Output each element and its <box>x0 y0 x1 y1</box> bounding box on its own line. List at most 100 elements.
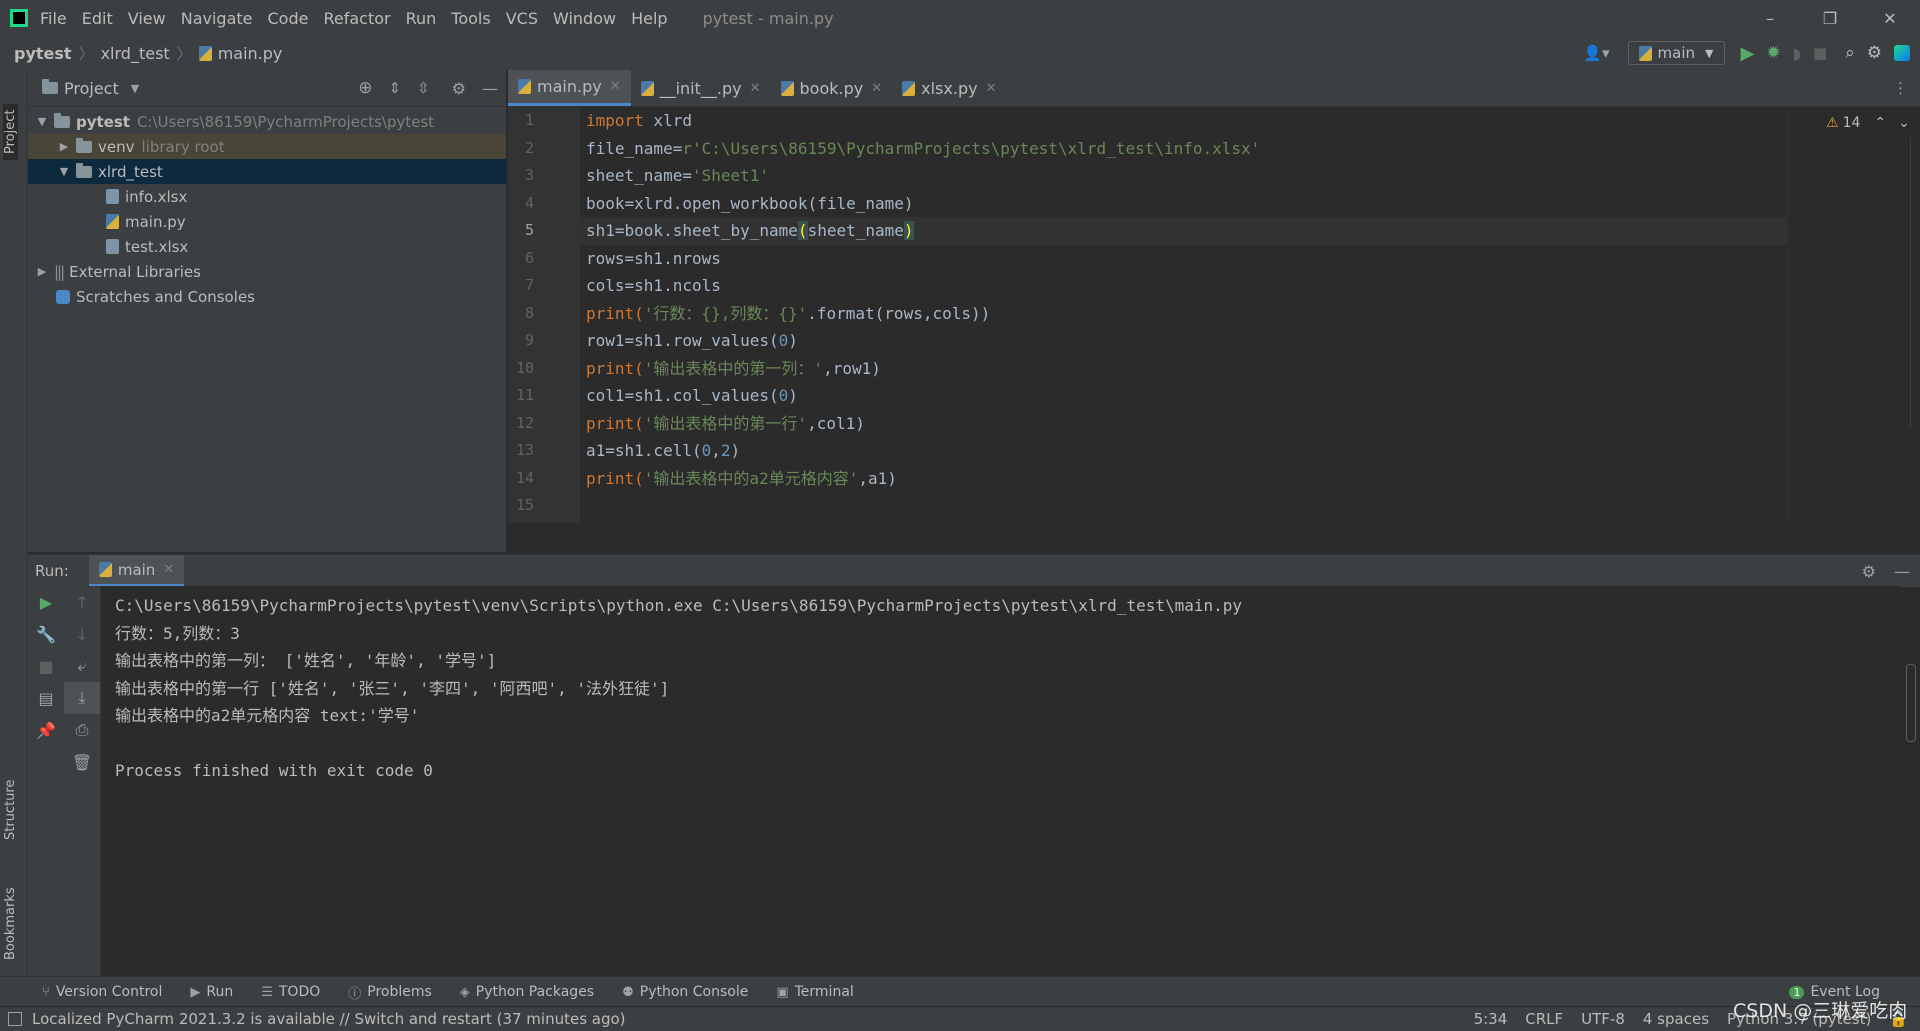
tree-item-external-libraries[interactable]: ▶ ||| External Libraries <box>28 259 506 284</box>
tool-tab-todo[interactable]: ☰ TODO <box>261 984 320 1000</box>
settings-icon[interactable]: ⚙ <box>1867 43 1882 63</box>
up-arrow-icon[interactable]: ↑ <box>64 586 100 618</box>
tool-tab-terminal[interactable]: ▣ Terminal <box>776 984 853 1000</box>
bookmarks-tool-tab[interactable]: Bookmarks <box>3 887 18 960</box>
code-editor[interactable]: import xlrd file_name=r'C:\Users\86159\P… <box>580 107 1787 523</box>
console-scrollbar[interactable] <box>1906 664 1916 742</box>
status-message[interactable]: Localized PyCharm 2021.3.2 is available … <box>32 1010 626 1028</box>
close-tab-icon[interactable]: ✕ <box>163 562 174 577</box>
tree-item-main-py[interactable]: main.py <box>28 209 506 234</box>
menu-file[interactable]: File <box>40 9 67 28</box>
tab-book-py[interactable]: book.py ✕ <box>771 70 893 106</box>
settings-icon[interactable]: ⚙ <box>1862 562 1876 581</box>
chevron-down-icon[interactable]: ▼ <box>131 82 139 95</box>
run-icon[interactable]: ▶ <box>1741 43 1755 64</box>
chevron-right-icon[interactable]: ▶ <box>56 140 72 153</box>
menu-refactor[interactable]: Refactor <box>323 9 390 28</box>
tool-tab-problems[interactable]: ⓘ Problems <box>348 983 432 1002</box>
breadcrumb-folder[interactable]: xlrd_test <box>101 44 170 63</box>
tool-tab-python-console[interactable]: ⚉ Python Console <box>622 984 748 1000</box>
soft-wrap-icon[interactable]: ⤶ <box>64 650 100 682</box>
project-panel-title[interactable]: Project <box>64 79 119 98</box>
run-tab-main[interactable]: main ✕ <box>88 555 185 587</box>
project-view-icon <box>42 79 58 94</box>
tree-item-info-xlsx[interactable]: info.xlsx <box>28 184 506 209</box>
stop-icon[interactable]: ■ <box>1813 44 1827 62</box>
close-tab-icon[interactable]: ✕ <box>610 79 621 94</box>
close-tab-icon[interactable]: ✕ <box>871 81 882 96</box>
modify-run-config-icon[interactable]: 🔧 <box>28 618 64 650</box>
previous-highlight-icon[interactable]: ⌃ <box>1874 115 1886 131</box>
editor-scrollbar[interactable] <box>1910 137 1919 427</box>
pin-tab-icon[interactable]: 📌 <box>28 714 64 746</box>
tree-item-scratches[interactable]: Scratches and Consoles <box>28 284 506 309</box>
coverage-icon[interactable]: ◗ <box>1793 44 1801 63</box>
close-window-button[interactable]: ✕ <box>1860 9 1920 28</box>
tab-main-py[interactable]: main.py ✕ <box>508 70 631 106</box>
down-arrow-icon[interactable]: ↓ <box>64 618 100 650</box>
inspection-widget[interactable]: ⚠ 14 ⌃ ⌄ <box>1788 107 1920 131</box>
tool-tab-label: Problems <box>367 984 432 1000</box>
hide-panel-icon[interactable]: — <box>482 79 498 98</box>
hide-panel-icon[interactable]: — <box>1894 562 1910 581</box>
tool-tab-run[interactable]: ▶ Run <box>190 984 233 1000</box>
clear-all-icon[interactable]: 🗑 <box>64 746 100 778</box>
tab-label: main.py <box>537 77 602 96</box>
settings-icon[interactable]: ⚙ <box>452 79 466 98</box>
jetbrains-toolbox-icon[interactable] <box>1894 45 1910 61</box>
breadcrumb-file[interactable]: main.py <box>218 44 283 63</box>
menu-help[interactable]: Help <box>631 9 667 28</box>
more-tabs-icon[interactable]: ⋮ <box>1893 79 1908 97</box>
chevron-right-icon[interactable]: ▶ <box>34 265 50 278</box>
bottom-tool-bar: ⑂ Version Control ▶ Run ☰ TODO ⓘ Problems ◈ P… <box>0 976 1920 1007</box>
caret-position[interactable]: 5:34 <box>1474 1010 1508 1028</box>
restore-layout-icon[interactable]: ▤ <box>28 682 64 714</box>
run-configuration-select[interactable]: main ▼ <box>1627 41 1725 65</box>
locate-file-icon[interactable]: ⊕ <box>358 78 372 98</box>
code-token: xlrd <box>643 111 692 130</box>
user-icon[interactable]: 👤▾ <box>1583 44 1609 62</box>
chevron-down-icon[interactable]: ▼ <box>34 115 50 128</box>
tab-init-py[interactable]: __init__.py ✕ <box>631 70 771 106</box>
line-separator[interactable]: CRLF <box>1525 1010 1563 1028</box>
code-token: sheet_name= <box>586 166 692 185</box>
search-icon[interactable]: ⌕ <box>1845 43 1855 63</box>
tree-item-venv[interactable]: ▶ venv library root <box>28 134 506 159</box>
expand-all-icon[interactable]: ⇕ <box>389 79 402 97</box>
collapse-all-icon[interactable]: ⇳ <box>417 79 430 97</box>
tree-item-root[interactable]: ▼ pytest C:\Users\86159\PycharmProjects\… <box>28 109 506 134</box>
breadcrumb-project[interactable]: pytest <box>14 44 72 63</box>
file-name: main.py <box>125 212 186 231</box>
indent-setting[interactable]: 4 spaces <box>1643 1010 1709 1028</box>
structure-tool-tab[interactable]: Structure <box>3 780 18 840</box>
restore-button[interactable]: ❐ <box>1800 9 1860 28</box>
project-tree: ▼ pytest C:\Users\86159\PycharmProjects\… <box>28 107 506 309</box>
run-console[interactable]: C:\Users\86159\PycharmProjects\pytest\ve… <box>101 586 1901 976</box>
menu-navigate[interactable]: Navigate <box>181 9 253 28</box>
close-tab-icon[interactable]: ✕ <box>986 81 997 96</box>
tool-tab-version-control[interactable]: ⑂ Version Control <box>42 984 162 1000</box>
tool-tab-python-packages[interactable]: ◈ Python Packages <box>460 984 594 1000</box>
menu-window[interactable]: Window <box>553 9 616 28</box>
chevron-down-icon[interactable]: ▼ <box>56 165 72 178</box>
tree-item-xlrd-test[interactable]: ▼ xlrd_test <box>28 159 506 184</box>
menu-view[interactable]: View <box>128 9 166 28</box>
minimize-button[interactable]: – <box>1740 9 1800 28</box>
menu-run[interactable]: Run <box>406 9 437 28</box>
rerun-icon[interactable]: ▶ <box>28 586 64 618</box>
close-tab-icon[interactable]: ✕ <box>750 81 761 96</box>
menu-tools[interactable]: Tools <box>451 9 490 28</box>
menu-vcs[interactable]: VCS <box>506 9 538 28</box>
debug-icon[interactable]: ✹ <box>1766 43 1780 63</box>
stop-icon[interactable]: ■ <box>28 650 64 682</box>
next-highlight-icon[interactable]: ⌄ <box>1898 115 1910 131</box>
menu-edit[interactable]: Edit <box>82 9 113 28</box>
print-icon[interactable]: ⎙ <box>64 714 100 746</box>
tab-xlsx-py[interactable]: xlsx.py ✕ <box>892 70 1006 106</box>
file-encoding[interactable]: UTF-8 <box>1581 1010 1625 1028</box>
scroll-to-end-icon[interactable]: ⤓ <box>64 682 100 714</box>
menu-code[interactable]: Code <box>268 9 309 28</box>
project-tool-tab[interactable]: Project <box>3 103 18 160</box>
status-toggle-icon[interactable] <box>8 1012 22 1026</box>
tree-item-test-xlsx[interactable]: test.xlsx <box>28 234 506 259</box>
